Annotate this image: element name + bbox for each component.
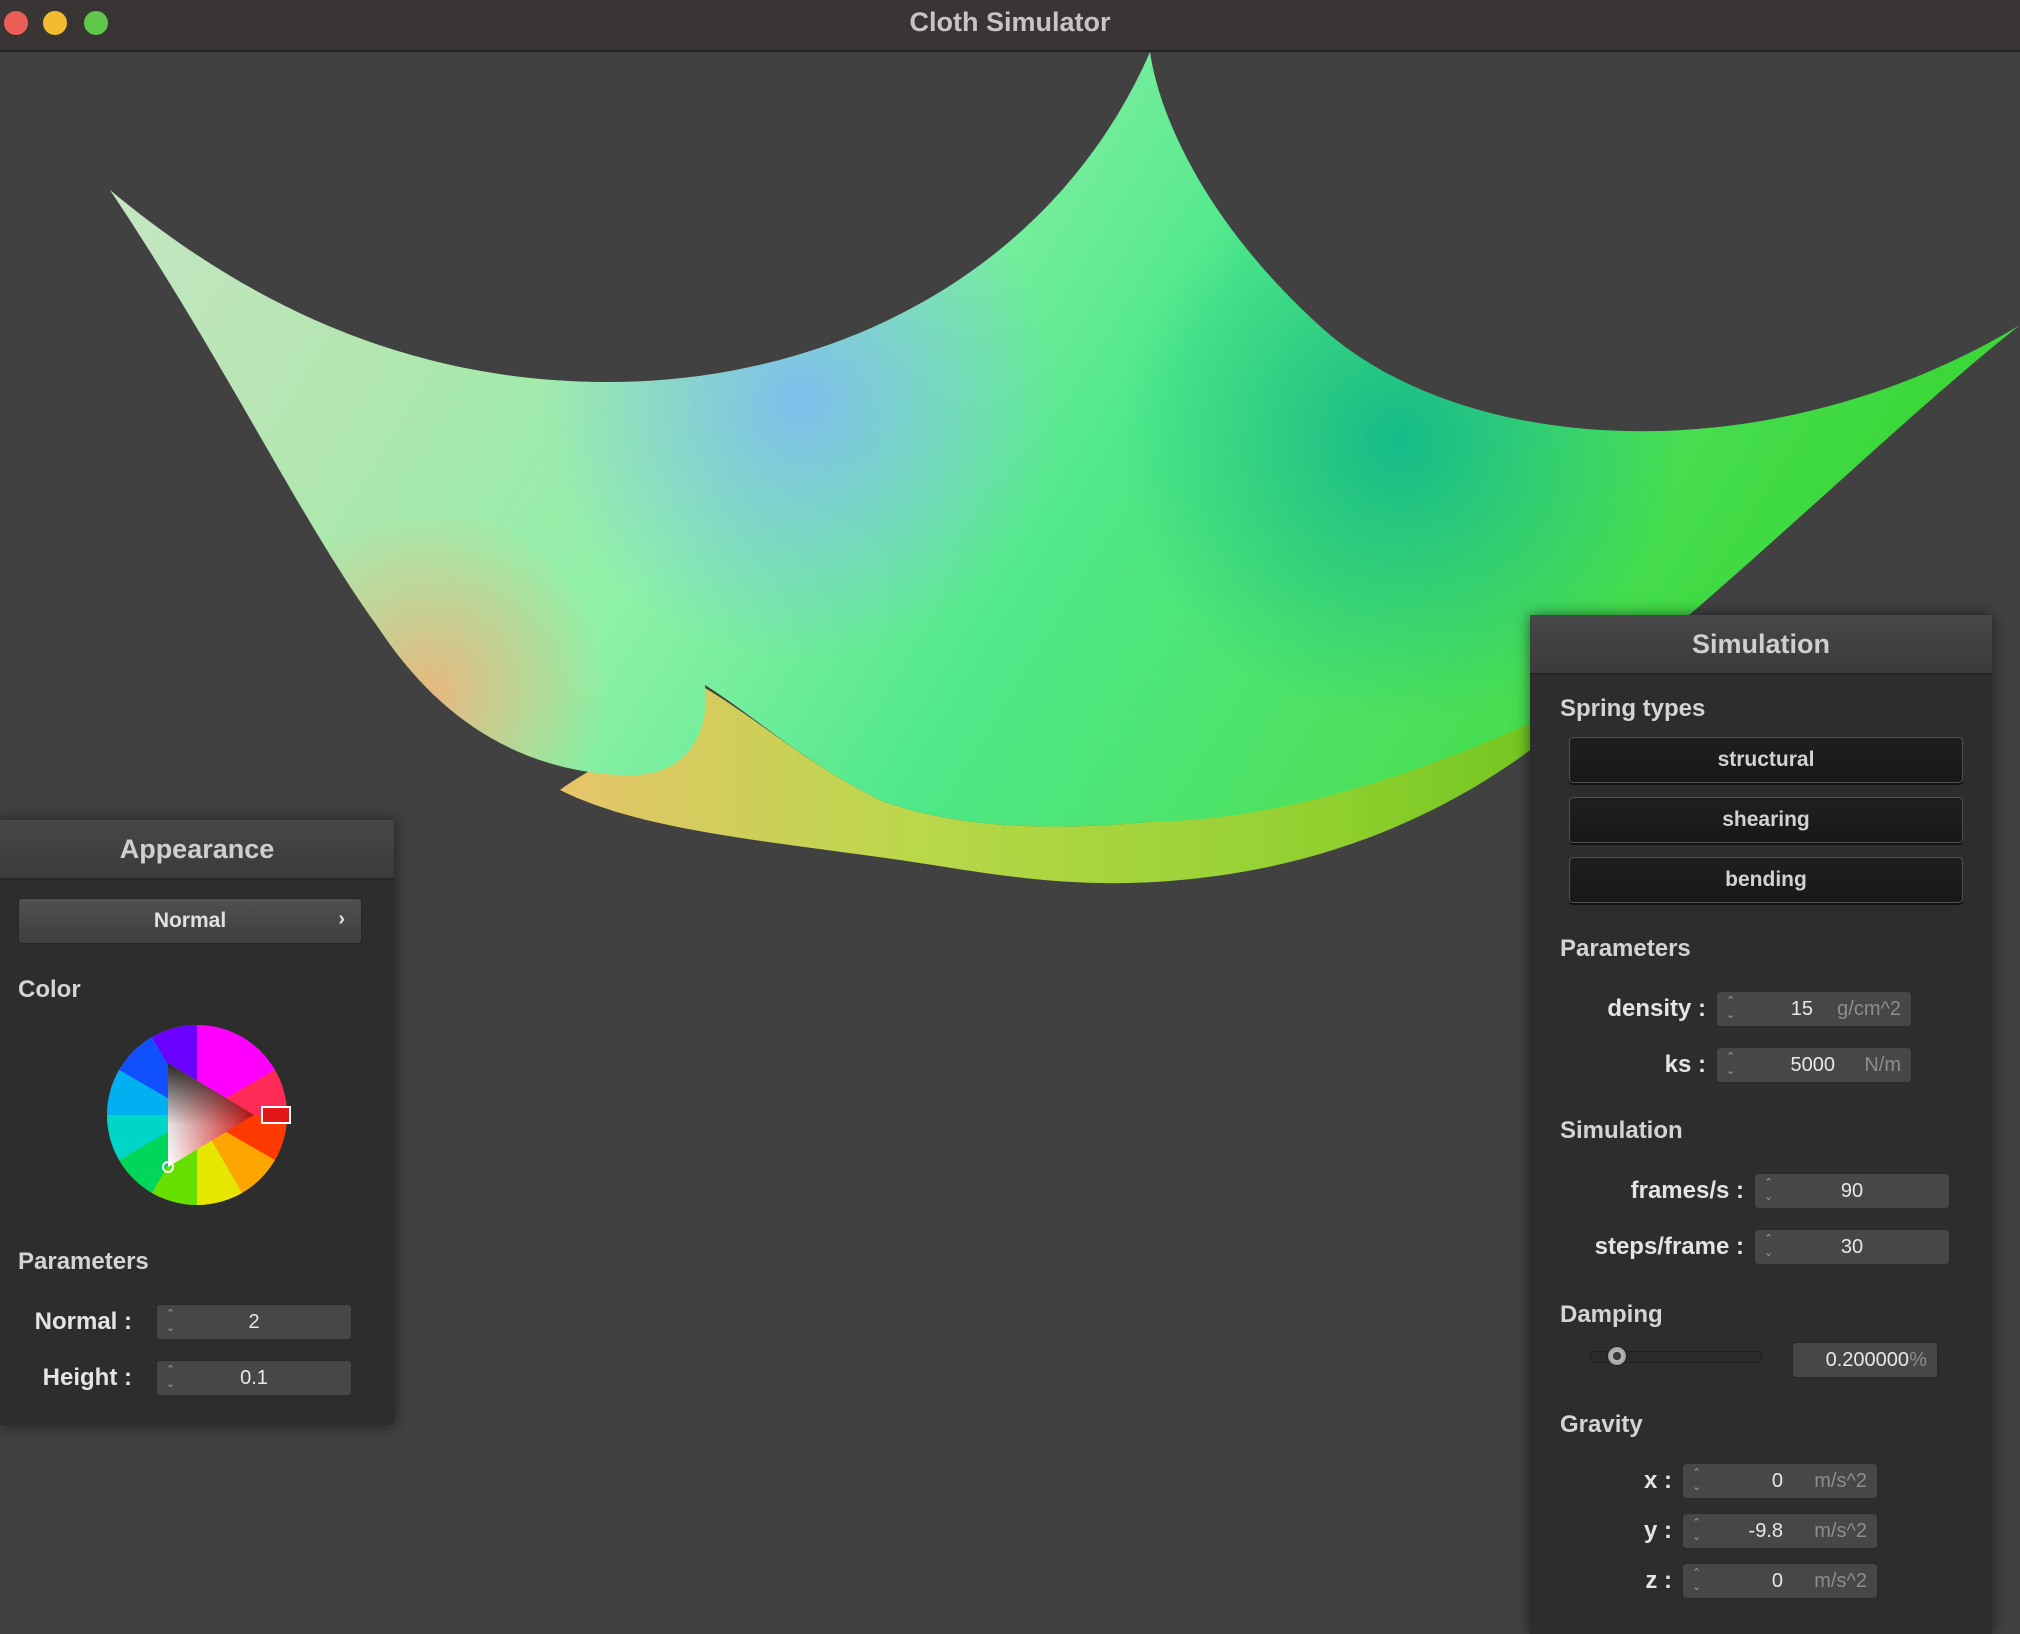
window-title: Cloth Simulator	[909, 7, 1111, 37]
steps-per-frame-label: steps/frame :	[1594, 1233, 1744, 1260]
spinner-arrows-icon[interactable]: ⌃ ⌄	[1726, 1050, 1735, 1078]
normal-label: Normal :	[34, 1308, 132, 1335]
shader-select-value: Normal	[153, 909, 227, 932]
steps-per-frame-input[interactable]: ⌃ ⌄ 30	[1754, 1229, 1950, 1265]
bending-spring-toggle[interactable]: bending	[1569, 857, 1963, 903]
shader-select[interactable]: Normal ›	[18, 898, 362, 944]
appearance-panel-title: Appearance	[0, 820, 394, 880]
simulation-section-label: Simulation	[1560, 1117, 1683, 1144]
shearing-spring-toggle[interactable]: shearing	[1569, 797, 1963, 843]
simulation-panel-title: Simulation	[1530, 615, 1992, 675]
title-bar: Cloth Simulator	[0, 0, 2020, 52]
chevron-right-icon: ›	[338, 908, 345, 930]
normal-input[interactable]: ⌃ ⌄ 2	[156, 1304, 352, 1340]
spring-types-label: Spring types	[1560, 695, 1706, 722]
sim-parameters-label: Parameters	[1560, 935, 1691, 962]
gravity-y-input[interactable]: ⌃ ⌄ -9.8 m/s^2	[1682, 1513, 1878, 1549]
spinner-arrows-icon[interactable]: ⌃ ⌄	[1692, 1466, 1701, 1494]
color-wheel[interactable]	[102, 1020, 292, 1210]
gravity-y-label: y :	[1643, 1517, 1672, 1544]
ks-label: ks :	[1664, 1051, 1706, 1078]
density-input[interactable]: ⌃ ⌄ 15 g/cm^2	[1716, 991, 1912, 1027]
frames-per-second-label: frames/s :	[1630, 1177, 1744, 1204]
damping-label: Damping	[1560, 1301, 1663, 1328]
gravity-x-input[interactable]: ⌃ ⌄ 0 m/s^2	[1682, 1463, 1878, 1499]
structural-spring-toggle[interactable]: structural	[1569, 737, 1963, 783]
ks-input[interactable]: ⌃ ⌄ 5000 N/m	[1716, 1047, 1912, 1083]
damping-slider-handle[interactable]	[1606, 1346, 1627, 1366]
appearance-panel: Appearance Normal › Color Parameters Nor…	[0, 820, 394, 1425]
spinner-arrows-icon[interactable]: ⌃ ⌄	[1726, 994, 1735, 1022]
spinner-arrows-icon[interactable]: ⌃ ⌄	[1692, 1566, 1701, 1594]
gravity-label: Gravity	[1560, 1411, 1643, 1438]
height-label: Height :	[42, 1364, 132, 1391]
damping-input[interactable]: 0.200000 %	[1792, 1342, 1938, 1378]
spinner-arrows-icon[interactable]: ⌃ ⌄	[1692, 1516, 1701, 1544]
simulation-panel: Simulation Spring types structural shear…	[1530, 615, 1992, 1634]
color-label: Color	[18, 976, 81, 1003]
frames-per-second-input[interactable]: ⌃ ⌄ 90	[1754, 1173, 1950, 1209]
height-input[interactable]: ⌃ ⌄ 0.1	[156, 1360, 352, 1396]
density-label: density :	[1607, 995, 1706, 1022]
gravity-z-input[interactable]: ⌃ ⌄ 0 m/s^2	[1682, 1563, 1878, 1599]
appearance-parameters-label: Parameters	[18, 1248, 149, 1275]
gravity-x-label: x :	[1643, 1467, 1672, 1494]
gravity-z-label: z :	[1645, 1567, 1672, 1594]
